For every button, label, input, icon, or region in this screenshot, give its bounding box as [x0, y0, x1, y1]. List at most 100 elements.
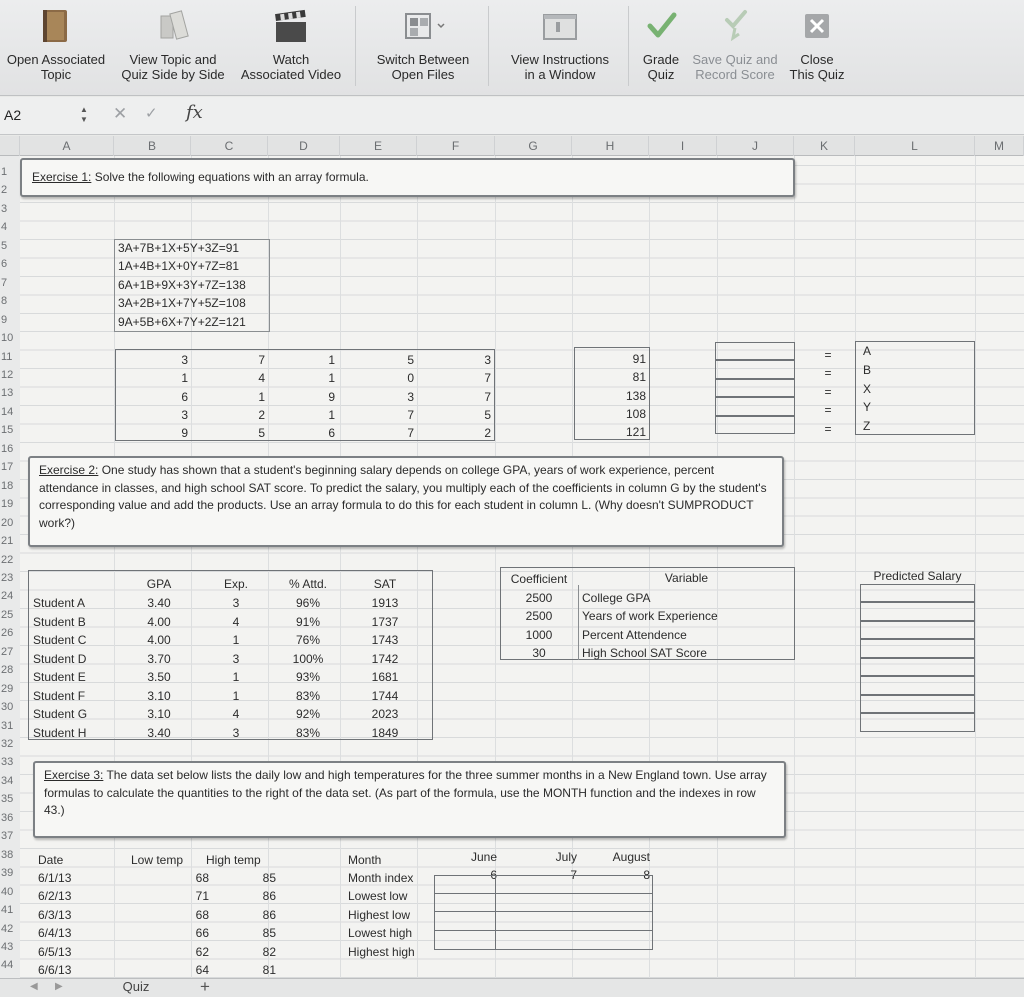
coefficient-value[interactable]: 30	[500, 646, 578, 660]
select-all-corner[interactable]	[0, 136, 20, 156]
coefficient-variable[interactable]: College GPA	[582, 591, 650, 605]
student-exp[interactable]: 1	[205, 670, 267, 684]
student-attd[interactable]: 100%	[268, 652, 348, 666]
predicted-salary-cell[interactable]	[860, 676, 975, 695]
predicted-salary-cell[interactable]	[860, 658, 975, 676]
student-gpa[interactable]: 4.00	[114, 633, 204, 647]
row-number[interactable]: 35	[0, 793, 20, 805]
solution-cell[interactable]	[715, 379, 795, 397]
student-exp[interactable]: 4	[205, 615, 267, 629]
equation[interactable]: 3A+7B+1X+5Y+3Z=91	[118, 241, 239, 255]
student-name[interactable]: Student E	[33, 670, 86, 684]
student-name[interactable]: Student F	[33, 689, 85, 703]
temp-date[interactable]: 6/1/13	[38, 871, 71, 885]
matrix-cell[interactable]: 1	[268, 353, 335, 367]
student-sat[interactable]: 1681	[345, 670, 425, 684]
name-box[interactable]: A2	[0, 105, 66, 127]
matrix-cell[interactable]: 3	[114, 353, 188, 367]
student-sat[interactable]: 1744	[345, 689, 425, 703]
column-header[interactable]: G	[495, 136, 572, 156]
constant-cell[interactable]: 138	[574, 389, 646, 403]
student-exp[interactable]: 3	[205, 726, 267, 740]
row-number[interactable]: 26	[0, 627, 20, 639]
spreadsheet-grid[interactable]: 1 2 3 4 5 6 7 8 9 10 11 12 13 14 15 16 1…	[0, 156, 1024, 978]
matrix-cell[interactable]: 1	[114, 371, 188, 385]
row-number[interactable]: 19	[0, 498, 20, 510]
matrix-cell[interactable]: 7	[340, 426, 414, 440]
row-number[interactable]: 34	[0, 775, 20, 787]
student-sat[interactable]: 1737	[345, 615, 425, 629]
row-number[interactable]: 5	[0, 240, 20, 252]
temp-date[interactable]: 6/4/13	[38, 926, 71, 940]
coefficient-variable[interactable]: High School SAT Score	[582, 646, 707, 660]
row-number[interactable]: 2	[0, 184, 20, 196]
row-number[interactable]: 13	[0, 387, 20, 399]
matrix-cell[interactable]: 6	[114, 390, 188, 404]
close-quiz-button[interactable]: Close This Quiz	[784, 0, 850, 92]
column-header[interactable]: E	[340, 136, 417, 156]
column-header[interactable]: I	[649, 136, 717, 156]
student-exp[interactable]: 1	[205, 689, 267, 703]
insert-function-icon[interactable]: fx	[186, 102, 203, 123]
row-number[interactable]: 30	[0, 701, 20, 713]
row-number[interactable]: 21	[0, 535, 20, 547]
student-attd[interactable]: 92%	[268, 707, 348, 721]
open-associated-topic-button[interactable]: Open Associated Topic	[0, 0, 112, 92]
student-name[interactable]: Student G	[33, 707, 87, 721]
save-quiz-record-score-button[interactable]: Save Quiz and Record Score	[688, 0, 782, 92]
matrix-cell[interactable]: 1	[268, 408, 335, 422]
matrix-cell[interactable]: 5	[340, 353, 414, 367]
constant-cell[interactable]: 81	[574, 370, 646, 384]
column-header[interactable]: H	[572, 136, 649, 156]
row-number[interactable]: 42	[0, 923, 20, 935]
matrix-cell[interactable]: 1	[268, 371, 335, 385]
student-sat[interactable]: 1913	[345, 596, 425, 610]
student-attd[interactable]: 76%	[268, 633, 348, 647]
temp-date[interactable]: 6/6/13	[38, 963, 71, 977]
column-header[interactable]: K	[794, 136, 855, 156]
coefficient-value[interactable]: 2500	[500, 591, 578, 605]
row-number[interactable]: 18	[0, 480, 20, 492]
coefficient-variable[interactable]: Percent Attendence	[582, 628, 687, 642]
temp-date[interactable]: 6/2/13	[38, 889, 71, 903]
column-header[interactable]: F	[417, 136, 495, 156]
cancel-edit-icon[interactable]: ✕	[113, 104, 127, 124]
matrix-cell[interactable]: 1	[191, 390, 265, 404]
temp-date[interactable]: 6/3/13	[38, 908, 71, 922]
predicted-salary-cell[interactable]	[860, 713, 975, 732]
temp-high[interactable]: 86	[191, 908, 276, 922]
student-gpa[interactable]: 3.70	[114, 652, 204, 666]
confirm-edit-icon[interactable]: ✓	[145, 104, 158, 122]
student-attd[interactable]: 91%	[268, 615, 348, 629]
student-gpa[interactable]: 3.40	[114, 596, 204, 610]
watch-associated-video-button[interactable]: Watch Associated Video	[234, 0, 348, 92]
equation[interactable]: 1A+4B+1X+0Y+7Z=81	[118, 259, 239, 273]
student-exp[interactable]: 3	[205, 596, 267, 610]
predicted-salary-cell[interactable]	[860, 602, 975, 621]
matrix-cell[interactable]: 9	[114, 426, 188, 440]
row-number[interactable]: 6	[0, 258, 20, 270]
constant-cell[interactable]: 91	[574, 352, 646, 366]
equation[interactable]: 6A+1B+9X+3Y+7Z=138	[118, 278, 246, 292]
temp-high[interactable]: 86	[191, 889, 276, 903]
tab-quiz[interactable]: Quiz	[100, 979, 172, 997]
matrix-cell[interactable]: 9	[268, 390, 335, 404]
row-number[interactable]: 37	[0, 830, 20, 842]
matrix-cell[interactable]: 7	[191, 353, 265, 367]
row-number[interactable]: 16	[0, 443, 20, 455]
row-number[interactable]: 36	[0, 812, 20, 824]
matrix-cell[interactable]: 0	[340, 371, 414, 385]
matrix-cell[interactable]: 5	[191, 426, 265, 440]
matrix-cell[interactable]: 7	[417, 390, 491, 404]
matrix-cell[interactable]: 3	[417, 353, 491, 367]
student-name[interactable]: Student D	[33, 652, 86, 666]
row-number[interactable]: 9	[0, 314, 20, 326]
add-sheet-icon[interactable]: +	[200, 977, 210, 997]
student-gpa[interactable]: 4.00	[114, 615, 204, 629]
row-number[interactable]: 38	[0, 849, 20, 861]
row-number[interactable]: 40	[0, 886, 20, 898]
row-number[interactable]: 43	[0, 941, 20, 953]
temp-high[interactable]: 81	[191, 963, 276, 977]
row-number[interactable]: 24	[0, 590, 20, 602]
row-number[interactable]: 32	[0, 738, 20, 750]
